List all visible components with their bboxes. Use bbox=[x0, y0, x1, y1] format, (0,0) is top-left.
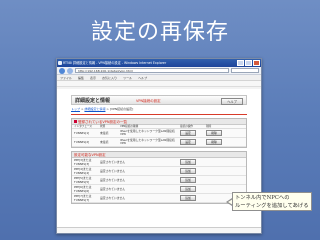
col-type: VPN接続の種類 bbox=[120, 125, 139, 128]
help-button[interactable]: ヘルプ bbox=[221, 97, 243, 105]
menu-file[interactable]: ファイル bbox=[60, 75, 72, 80]
window-titlebar: RT58i 詳細設定と情報 - VPN接続の設定 - Windows Inter… bbox=[57, 59, 261, 67]
delete-button[interactable]: 削除 bbox=[206, 130, 222, 136]
breadcrumb-top[interactable]: トップ bbox=[71, 107, 80, 111]
row-interface: PPP[6]または TUNNEL[6] bbox=[74, 185, 92, 193]
add-button[interactable]: 追加 bbox=[180, 177, 196, 183]
col-interface: インタフェース bbox=[74, 125, 93, 128]
add-button[interactable]: 追加 bbox=[180, 195, 196, 201]
web-page: 詳細設定と情報 VPN接続の設定 ヘルプ トップ > 詳細設定と情報 > [VP… bbox=[57, 89, 261, 233]
bullet-icon bbox=[74, 120, 77, 123]
slide-title: 設定の再保存 bbox=[90, 20, 229, 45]
row-interface: PPP[4]または TUNNEL[4] bbox=[74, 167, 92, 175]
maximize-icon[interactable] bbox=[245, 60, 252, 66]
close-icon[interactable] bbox=[253, 60, 260, 66]
row-interface: TUNNEL[2] bbox=[74, 140, 90, 144]
list-item: PPP[5]または TUNNEL[5] 設定されていません 追加 bbox=[72, 176, 246, 185]
list-item: PPP[7]または TUNNEL[7] 設定されていません 追加 bbox=[72, 194, 246, 203]
status-bar bbox=[57, 227, 261, 233]
row-status: 設定されていません bbox=[100, 178, 126, 182]
row-status: 設定されていません bbox=[100, 187, 126, 191]
menu-help[interactable]: ヘルプ bbox=[138, 75, 147, 80]
forward-icon[interactable] bbox=[67, 67, 73, 74]
row-status: 未接続 bbox=[100, 140, 109, 144]
row-interface: PPP[7]または TUNNEL[7] bbox=[74, 194, 92, 202]
search-input[interactable] bbox=[231, 68, 259, 73]
list-item: PPP[3]または TUNNEL[3] 設定されていません 追加 bbox=[72, 158, 246, 167]
window-title: RT58i 詳細設定と情報 - VPN接続の設定 - Windows Inter… bbox=[63, 61, 167, 65]
callout-line-2: ルーティングを追加してあげる bbox=[235, 203, 309, 209]
col-delete: 削除 bbox=[206, 125, 212, 128]
menu-tools[interactable]: ツール bbox=[123, 75, 132, 80]
col-status: 状態 bbox=[100, 125, 106, 128]
page-header: 詳細設定と情報 VPN接続の設定 ヘルプ bbox=[71, 95, 247, 105]
menu-view[interactable]: 表示 bbox=[90, 75, 96, 80]
row-status: 設定されていません bbox=[100, 160, 126, 164]
edit-button[interactable]: 設定 bbox=[180, 139, 196, 145]
edit-button[interactable]: 設定 bbox=[180, 130, 196, 136]
row-status: 設定されていません bbox=[100, 196, 126, 200]
row-type: IPsecを使用したネットワーク型LAN間接続VPN bbox=[120, 138, 175, 145]
url-field[interactable]: http://192.168.100.1/detail/vpn.html bbox=[75, 68, 229, 73]
col-operation: 接続の操作 bbox=[180, 125, 193, 128]
row-interface: TUNNEL[1] bbox=[74, 131, 90, 135]
breadcrumb-detail[interactable]: 詳細設定と情報 bbox=[84, 107, 105, 111]
back-icon[interactable] bbox=[59, 67, 65, 74]
browser-icon bbox=[58, 61, 62, 65]
window-controls bbox=[237, 60, 260, 66]
add-button[interactable]: 追加 bbox=[180, 159, 196, 165]
table-row: TUNNEL[1] 未接続 IPsecを使用したネットワーク型LAN間接続VPN… bbox=[72, 129, 246, 138]
registered-vpn-panel: 登録されているVPN設定の一覧 インタフェース 状態 VPN接続の種類 接続の操… bbox=[71, 118, 247, 148]
row-interface: PPP[3]または TUNNEL[3] bbox=[74, 158, 92, 166]
add-button[interactable]: 追加 bbox=[180, 168, 196, 174]
add-button[interactable]: 追加 bbox=[180, 186, 196, 192]
breadcrumb: トップ > 詳細設定と情報 > [VPN接続の設定] bbox=[71, 107, 134, 111]
minimize-icon[interactable] bbox=[237, 60, 244, 66]
callout-line-1: トンネル内でNPCへの bbox=[235, 195, 290, 201]
row-interface: PPP[5]または TUNNEL[5] bbox=[74, 176, 92, 184]
list-item: PPP[6]または TUNNEL[6] 設定されていません 追加 bbox=[72, 185, 246, 194]
row-type: IPsecを使用したネットワーク型LAN間接続VPN bbox=[120, 129, 175, 136]
delete-button[interactable]: 削除 bbox=[206, 139, 222, 145]
row-status: 未接続 bbox=[100, 131, 109, 135]
available-vpn-panel: 設定可能なVPN設定 PPP[3]または TUNNEL[3] 設定されていません… bbox=[71, 151, 247, 204]
breadcrumb-current: > [VPN接続の設定] bbox=[106, 107, 134, 111]
callout-note: トンネル内でNPCへの ルーティングを追加してあげる bbox=[232, 192, 312, 211]
row-status: 設定されていません bbox=[100, 169, 126, 173]
menu-edit[interactable]: 編集 bbox=[78, 75, 84, 80]
menu-favorites[interactable]: お気に入り bbox=[102, 75, 117, 80]
browser-toolbar bbox=[57, 81, 261, 87]
page-subtitle: VPN接続の設定 bbox=[136, 98, 161, 103]
address-bar: http://192.168.100.1/detail/vpn.html bbox=[57, 67, 261, 75]
page-title: 詳細設定と情報 bbox=[75, 98, 111, 104]
divider bbox=[71, 114, 247, 115]
table-row: TUNNEL[2] 未接続 IPsecを使用したネットワーク型LAN間接続VPN… bbox=[72, 138, 246, 147]
list-item: PPP[4]または TUNNEL[4] 設定されていません 追加 bbox=[72, 167, 246, 176]
